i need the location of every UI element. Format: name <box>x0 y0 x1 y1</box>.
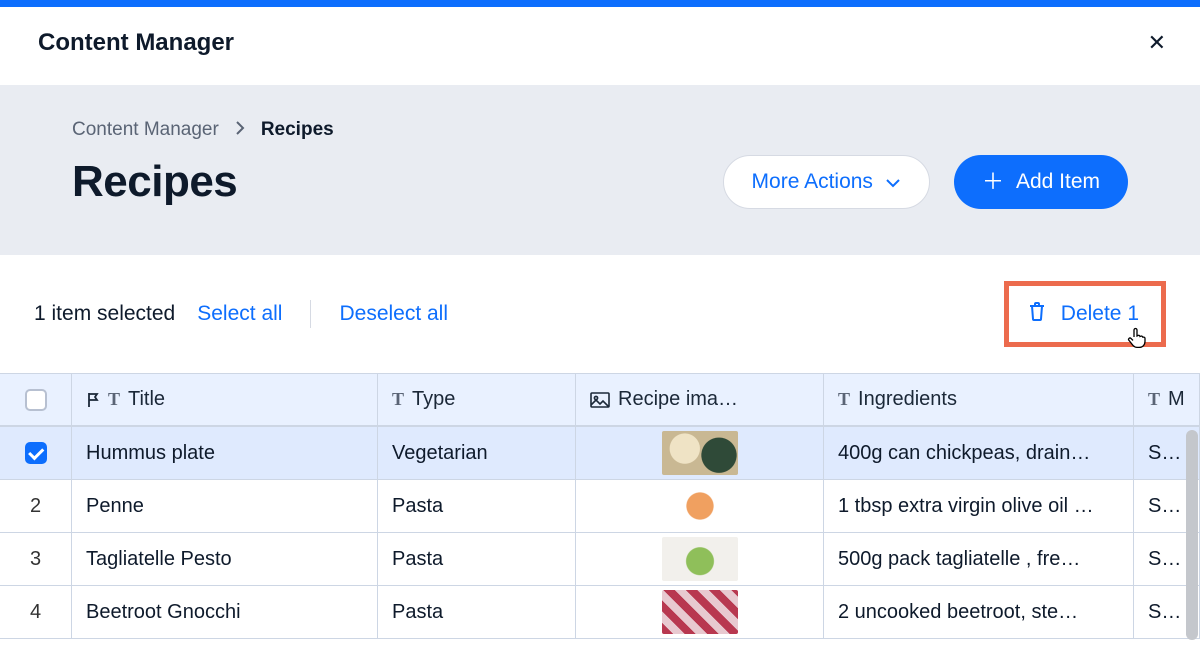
flag-icon <box>86 392 100 408</box>
header-title-label: Title <box>128 388 165 411</box>
header-image[interactable]: Recipe ima… <box>576 374 824 425</box>
row-number: 2 <box>0 495 71 518</box>
add-item-button[interactable]: ＋ Add Item <box>954 155 1128 209</box>
text-type-icon: T <box>1148 389 1160 410</box>
cell-type: Vegetarian <box>392 442 488 465</box>
row-checkbox[interactable] <box>25 442 47 464</box>
chevron-right-icon <box>235 120 245 142</box>
table-header-row: T Title T Type Recipe ima… T Ingredients… <box>0 373 1200 426</box>
table-row[interactable]: Hummus plate Vegetarian 400g can chickpe… <box>0 426 1200 479</box>
cell-type: Pasta <box>392 548 443 571</box>
divider <box>310 300 311 328</box>
header-checkbox-cell[interactable] <box>0 374 72 425</box>
close-icon[interactable]: ✕ <box>1148 32 1166 54</box>
image-icon <box>590 392 610 408</box>
data-table: T Title T Type Recipe ima… T Ingredients… <box>0 373 1200 646</box>
cell-last: STEF <box>1148 442 1185 465</box>
header-type[interactable]: T Type <box>378 374 576 425</box>
select-all-link[interactable]: Select all <box>197 302 282 326</box>
breadcrumb: Content Manager Recipes <box>72 119 1128 141</box>
add-item-label: Add Item <box>1016 170 1100 194</box>
more-actions-button[interactable]: More Actions <box>723 155 930 209</box>
cell-title: Beetroot Gnocchi <box>86 601 241 624</box>
header-title[interactable]: T Title <box>72 374 378 425</box>
table-row[interactable]: 4 Beetroot Gnocchi Pasta 2 uncooked beet… <box>0 585 1200 638</box>
titlebar: Content Manager ✕ <box>0 7 1200 85</box>
cursor-hand-icon <box>1127 327 1147 354</box>
recipe-thumbnail[interactable] <box>662 484 738 528</box>
delete-button[interactable]: Delete 1 <box>1004 281 1166 347</box>
cell-title: Tagliatelle Pesto <box>86 548 232 571</box>
cell-ingredients: 1 tbsp extra virgin olive oil … <box>838 495 1094 518</box>
selection-bar: 1 item selected Select all Deselect all … <box>0 255 1200 373</box>
deselect-all-link[interactable]: Deselect all <box>339 302 448 326</box>
recipe-thumbnail[interactable] <box>662 537 738 581</box>
app-title: Content Manager <box>38 29 234 57</box>
header-type-label: Type <box>412 388 455 411</box>
chevron-down-icon <box>885 170 901 194</box>
cell-title: Penne <box>86 495 144 518</box>
trash-icon <box>1027 300 1047 328</box>
delete-label: Delete 1 <box>1061 302 1139 326</box>
text-type-icon: T <box>108 389 120 410</box>
cell-type: Pasta <box>392 601 443 624</box>
header-last-label: M <box>1168 388 1185 411</box>
text-type-icon: T <box>392 389 404 410</box>
scrollbar-thumb[interactable] <box>1186 430 1198 640</box>
page-header: Content Manager Recipes Recipes More Act… <box>0 85 1200 255</box>
top-accent-bar <box>0 0 1200 7</box>
header-last[interactable]: T M <box>1134 374 1200 425</box>
cell-last: STEF <box>1148 601 1185 624</box>
header-ingredients[interactable]: T Ingredients <box>824 374 1134 425</box>
header-image-label: Recipe ima… <box>618 388 738 411</box>
cell-last: STEF <box>1148 495 1185 518</box>
table-row[interactable] <box>0 638 1200 646</box>
cell-last: STEF <box>1148 548 1185 571</box>
cell-title: Hummus plate <box>86 442 215 465</box>
cell-type: Pasta <box>392 495 443 518</box>
table-row[interactable]: 3 Tagliatelle Pesto Pasta 500g pack tagl… <box>0 532 1200 585</box>
table-row[interactable]: 2 Penne Pasta 1 tbsp extra virgin olive … <box>0 479 1200 532</box>
row-number: 3 <box>0 548 71 571</box>
text-type-icon: T <box>838 389 850 410</box>
plus-icon: ＋ <box>982 171 1004 193</box>
cell-ingredients: 2 uncooked beetroot, ste… <box>838 601 1078 624</box>
row-number: 4 <box>0 601 71 624</box>
breadcrumb-root[interactable]: Content Manager <box>72 119 219 141</box>
more-actions-label: More Actions <box>752 170 873 194</box>
page-title: Recipes <box>72 157 237 207</box>
header-ingredients-label: Ingredients <box>858 388 957 411</box>
cell-ingredients: 500g pack tagliatelle , fre… <box>838 548 1080 571</box>
recipe-thumbnail[interactable] <box>662 590 738 634</box>
recipe-thumbnail[interactable] <box>662 431 738 475</box>
selection-count: 1 item selected <box>34 302 175 326</box>
checkbox-all[interactable] <box>25 389 47 411</box>
breadcrumb-current: Recipes <box>261 119 334 141</box>
cell-ingredients: 400g can chickpeas, drain… <box>838 442 1090 465</box>
